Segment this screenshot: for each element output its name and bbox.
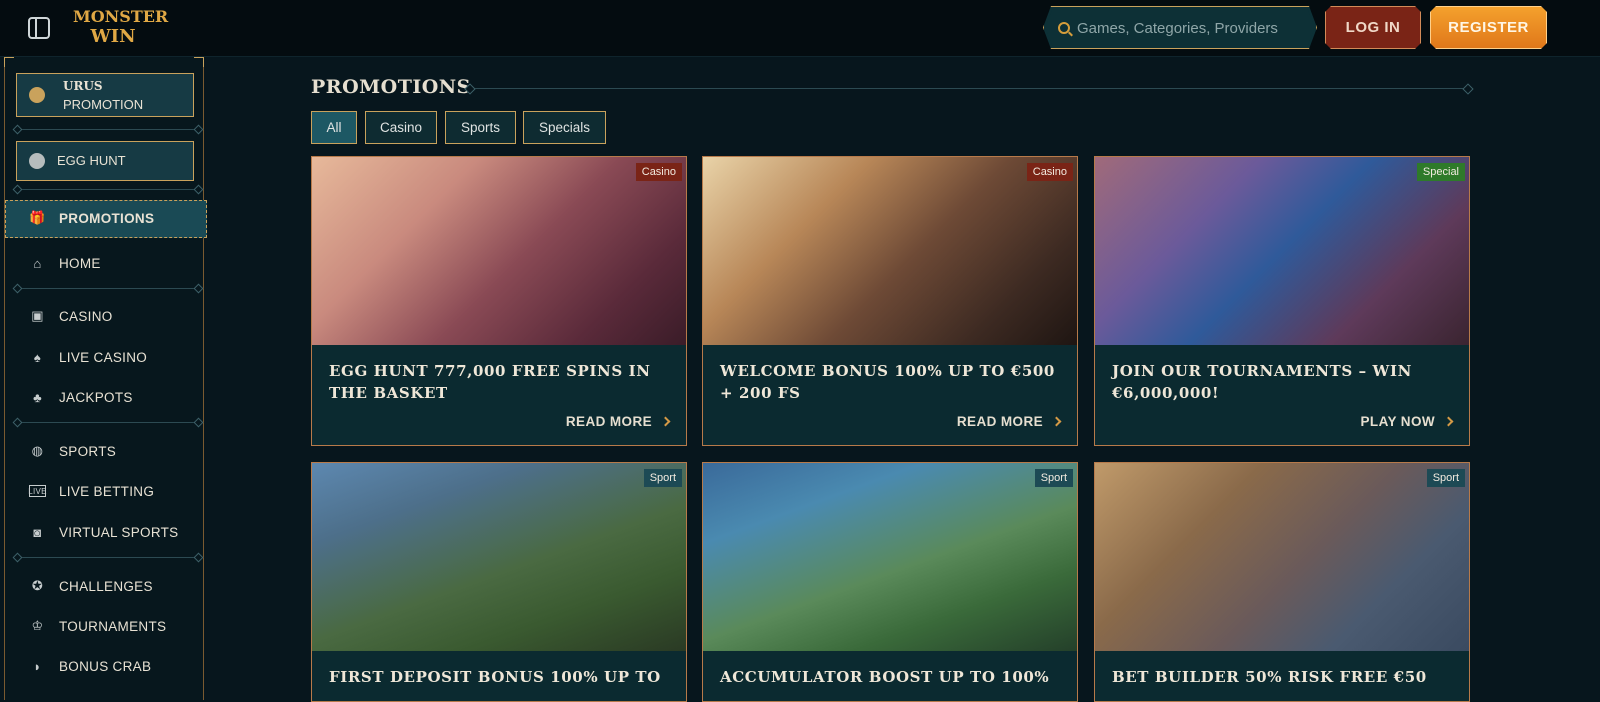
sidebar-toggle-icon[interactable] [28,17,50,39]
promo-image-first-deposit [312,463,686,651]
promo-image-bet-builder [1095,463,1469,651]
sidebar-item-live-betting[interactable]: LIVE LIVE BETTING [28,479,155,503]
promo-image-egg-hunt [312,157,686,345]
urus-title: URUS [63,79,103,93]
cta-label: READ MORE [956,414,1043,429]
promo-image-accumulator [703,463,1077,651]
promo-title: WELCOME BONUS 100% UP TO €500 + 200 FS [720,362,1055,402]
logo[interactable]: MONSTER WIN [73,7,169,51]
slot-machine-icon: ▣ [31,308,44,323]
page-title: PROMOTIONS [311,76,471,98]
sidebar-item-label: BONUS CRAB [59,658,152,674]
cards-icon: ♠ [33,349,42,365]
urus-promotion-card[interactable]: URUS PROMOTION [16,73,194,117]
read-more-link[interactable]: READ MORE [565,414,671,429]
sidebar-item-casino[interactable]: ▣ CASINO [29,304,113,328]
filter-specials[interactable]: Specials [523,111,606,144]
promo-card[interactable]: Casino WELCOME BONUS 100% UP TO €500 + 2… [702,156,1078,446]
sidebar-item-bonus-crab[interactable]: ◗ BONUS CRAB [29,654,151,678]
medal-icon: ✪ [31,578,44,593]
category-badge: Special [1416,163,1465,181]
sidebar-item-label: VIRTUAL SPORTS [59,524,179,540]
play-now-link[interactable]: PLAY NOW [1360,414,1454,429]
filter-sports[interactable]: Sports [445,111,516,144]
egg-hunt-label: EGG HUNT [57,153,126,168]
promo-card[interactable]: Sport FIRST DEPOSIT BONUS 100% UP TO [311,462,687,702]
promo-card[interactable]: Casino EGG HUNT 777,000 FREE SPINS IN TH… [311,156,687,446]
gift-icon: 🎁 [29,210,46,225]
trophy-icon: ♔ [31,618,44,633]
promo-image-welcome-bonus [703,157,1077,345]
category-badge: Sport [643,469,682,487]
search-input[interactable] [1077,8,1312,49]
sidebar-item-label: HOME [59,255,101,271]
egg-icon [29,153,45,169]
filter-all[interactable]: All [311,111,357,144]
promo-title: BET BUILDER 50% RISK FREE €50 [1112,668,1427,686]
sidebar-item-label: LIVE BETTING [59,483,155,499]
promo-image-tournaments [1095,157,1469,345]
sidebar-item-tournaments[interactable]: ♔ TOURNAMENTS [29,614,166,638]
promo-title: EGG HUNT 777,000 FREE SPINS IN THE BASKE… [329,362,651,402]
promo-card[interactable]: Sport ACCUMULATOR BOOST UP TO 100% [702,462,1078,702]
cta-label: PLAY NOW [1360,414,1435,429]
bull-icon [29,87,45,103]
top-header: MONSTER WIN LOG IN REGISTER [0,0,1600,57]
chevron-right-icon [1443,416,1454,427]
divider [17,189,199,190]
sidebar-item-label: CHALLENGES [59,578,153,594]
promo-title: FIRST DEPOSIT BONUS 100% UP TO [329,668,661,686]
cta-label: READ MORE [565,414,652,429]
title-divider [470,88,1468,89]
search-box-inner [1045,8,1315,47]
category-badge: Casino [635,163,682,181]
promo-title: ACCUMULATOR BOOST UP TO 100% [720,668,1050,686]
virtual-sports-icon: ◙ [33,524,42,540]
search-icon [1058,22,1070,34]
basketball-icon: ◍ [31,443,44,458]
sidebar-item-home[interactable]: ⌂ HOME [29,251,101,275]
home-icon: ⌂ [33,255,42,271]
logo-line2: WIN [90,26,136,47]
register-button[interactable]: REGISTER [1430,6,1547,49]
sidebar-item-virtual-sports[interactable]: ◙ VIRTUAL SPORTS [29,520,178,544]
search-box[interactable] [1043,6,1317,49]
sidebar: URUS PROMOTION EGG HUNT 🎁 PROMOTIONS ⌂ H… [4,57,207,700]
sidebar-item-live-casino[interactable]: ♠ LIVE CASINO [29,345,147,369]
egg-hunt-card[interactable]: EGG HUNT [16,141,194,181]
crab-icon: ◗ [33,658,42,674]
clover-icon: ♣ [33,389,42,405]
sidebar-item-label: CASINO [59,308,113,324]
sidebar-item-challenges[interactable]: ✪ CHALLENGES [29,574,153,598]
promo-card[interactable]: Sport BET BUILDER 50% RISK FREE €50 [1094,462,1470,702]
promo-card[interactable]: Special JOIN OUR TOURNAMENTS – WIN €6,00… [1094,156,1470,446]
corner-ornament [4,57,14,67]
login-button[interactable]: LOG IN [1325,6,1421,49]
filter-casino[interactable]: Casino [365,111,437,144]
sidebar-item-label: PROMOTIONS [59,210,155,226]
sidebar-item-label: TOURNAMENTS [59,618,167,634]
sidebar-item-sports[interactable]: ◍ SPORTS [29,439,116,463]
live-icon: LIVE [28,485,47,497]
category-badge: Casino [1026,163,1073,181]
logo-line1: MONSTER [73,7,169,26]
read-more-link[interactable]: READ MORE [956,414,1062,429]
divider [17,422,199,423]
category-badge: Sport [1426,469,1465,487]
category-badge: Sport [1034,469,1073,487]
urus-subtitle: PROMOTION [63,97,144,112]
divider [17,129,199,130]
sidebar-item-promotions[interactable]: 🎁 PROMOTIONS [29,206,154,230]
sidebar-item-label: LIVE CASINO [59,349,148,365]
sidebar-item-jackpots[interactable]: ♣ JACKPOTS [29,385,133,409]
chevron-right-icon [660,416,671,427]
corner-ornament [194,57,204,67]
divider [17,288,199,289]
promo-title: JOIN OUR TOURNAMENTS – WIN €6,000,000! [1112,362,1412,402]
sidebar-item-label: JACKPOTS [59,389,133,405]
divider [17,557,199,558]
chevron-right-icon [1051,416,1062,427]
sidebar-item-label: SPORTS [59,443,117,459]
